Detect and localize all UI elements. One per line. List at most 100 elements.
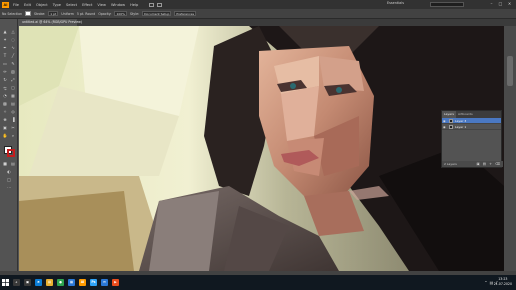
search-input[interactable] [430,1,464,7]
edit-toolbar-icon[interactable]: ⋯ [6,185,12,191]
gradient-mode-icon[interactable]: ▤ [10,161,16,167]
collect-for-export-icon[interactable]: ▣ [476,162,479,166]
fill-swatch-control[interactable] [25,11,32,16]
width-tool-icon[interactable]: ⥃ [2,85,8,91]
selection-tool-icon[interactable]: ▲ [2,29,8,35]
document-setup-button[interactable]: Document Setup [142,11,172,16]
rectangle-tool-icon[interactable]: ▭ [2,61,8,67]
taskbar-app-search[interactable]: ⌕ [11,275,22,290]
maximize-button[interactable]: □ [496,1,505,7]
task-view-icon: ▣ [24,279,31,286]
taskbar-app-store[interactable]: ▦ [66,275,77,290]
rotate-tool-icon[interactable]: ↻ [2,77,8,83]
scrollbar-thumb[interactable] [507,56,513,86]
menu-help[interactable]: Help [130,3,138,7]
minimize-button[interactable]: – [487,1,496,7]
layer-count: 2 Layers [444,162,457,166]
line-tool-icon[interactable]: ╱ [10,53,16,59]
menu-object[interactable]: Object [36,3,48,7]
screen-mode-icon[interactable]: □ [6,177,12,183]
tab-artboards[interactable]: Artboards [456,111,475,118]
eraser-icon[interactable]: ▧ [10,69,16,75]
preferences-button[interactable]: Preferences [174,11,197,16]
photoshop-icon: Ps [90,279,97,286]
start-button[interactable] [0,275,11,290]
taskbar-app-photoshop[interactable]: Ps [88,275,99,290]
menu-edit[interactable]: Edit [24,3,31,7]
pencil-icon[interactable]: ✏ [2,69,8,75]
hand-tool-icon[interactable]: ✋ [2,133,8,139]
layers-panel: Layers Artboards ◉ Layer 3 ◉ Layer 1 2 L… [441,110,503,168]
opacity-field[interactable]: 100% [114,11,128,16]
drawing-mode-icon[interactable]: ◐ [6,169,12,175]
pen-tool-icon[interactable]: ✒ [2,45,8,51]
tab-layers[interactable]: Layers [442,111,456,118]
delete-layer-icon[interactable]: ⌫ [495,162,500,166]
direct-selection-tool-icon[interactable]: △ [10,29,16,35]
free-transform-icon[interactable]: ▢ [10,85,16,91]
menu-view[interactable]: View [97,3,106,7]
taskbar-app-explorer[interactable]: ▤ [44,275,55,290]
curvature-tool-icon[interactable]: ∿ [10,45,16,51]
store-icon: ▦ [68,279,75,286]
low-poly-portrait-artwork [19,26,504,271]
menu-effect[interactable]: Effect [82,3,92,7]
variable-width-profile[interactable]: Uniform [61,12,74,16]
taskbar-app-edge[interactable]: e [33,275,44,290]
taskbar-app-mail[interactable]: ✉ [99,275,110,290]
symbol-sprayer-icon[interactable]: ❀ [2,117,8,123]
gradient-tool-icon[interactable]: ▤ [10,101,16,107]
style-label[interactable]: Style: [130,12,139,16]
menu-file[interactable]: File [13,3,19,7]
document-tab[interactable]: untitled.ai @ 64% (RGB/GPU Preview) [19,19,82,26]
artboard-canvas[interactable] [19,26,504,271]
artboard-tool-icon[interactable]: ▣ [2,125,8,131]
type-tool-icon[interactable]: T [2,53,8,59]
graph-tool-icon[interactable]: ▐ [10,117,16,123]
paintbrush-icon[interactable]: ✎ [10,61,16,67]
illustrator-logo: Ai [2,1,9,8]
layer-name: Layer 3 [455,118,467,123]
vertical-scrollbar[interactable] [504,26,516,271]
zoom-tool-icon[interactable]: ⌕ [10,133,16,139]
taskbar-app-chrome[interactable]: ● [55,275,66,290]
layer-thumbnail [449,124,453,129]
taskbar-app-task-view[interactable]: ▣ [22,275,33,290]
shape-builder-icon[interactable]: ◔ [2,93,8,99]
close-button[interactable]: ✕ [505,1,514,7]
control-bar: No Selection Stroke: 1 pt Uniform 5 pt. … [0,9,516,19]
menu-type[interactable]: Type [53,3,61,7]
selection-status: No Selection [2,11,23,16]
perspective-grid-icon[interactable]: ▦ [10,93,16,99]
menu-window[interactable]: Window [111,3,125,7]
stroke-weight-field[interactable]: 1 pt [48,11,59,16]
slice-tool-icon[interactable]: ✂ [10,125,16,131]
scale-tool-icon[interactable]: ⤢ [10,77,16,83]
magic-wand-icon[interactable]: ✦ [2,37,8,43]
eyedropper-icon[interactable]: ✧ [2,109,8,115]
color-mode-icon[interactable]: ■ [2,161,8,167]
workspace-switcher[interactable]: Essentials [387,1,404,5]
arrange-documents-icon[interactable] [157,2,163,7]
layer-thumbnail [449,118,453,123]
taskbar-app-illustrator[interactable]: Ai [77,275,88,290]
clipping-mask-icon[interactable]: ▤ [483,162,486,166]
media-icon: ▶ [112,279,119,286]
new-layer-icon[interactable]: + [489,162,492,166]
taskbar-clock[interactable]: 13:23 21.07.2020 [494,277,512,287]
menu-select[interactable]: Select [66,3,77,7]
explorer-icon: ▤ [46,279,53,286]
tools-panel: ▲ △ ✦ ◌ ✒ ∿ T ╱ ▭ ✎ ✏ ▧ ↻ ⤢ ⥃ ▢ ◔ ▦ ▩ ▤ … [0,19,18,271]
lasso-icon[interactable]: ◌ [10,37,16,43]
windows-taskbar: ⌕ ▣ e ▤ ● ▦ Ai Ps ✉ ▶ ⌃ ▤ ♪ 13:23 21.07.2020 [0,275,516,290]
stroke-color-swatch[interactable] [7,149,15,157]
mesh-tool-icon[interactable]: ▩ [2,101,8,107]
bridge-icon[interactable] [149,2,155,7]
layer-row[interactable]: ◉ Layer 1 [442,124,501,130]
brush-definition[interactable]: 5 pt. Round [77,12,95,16]
visibility-eye-icon[interactable]: ◉ [443,119,447,123]
visibility-eye-icon[interactable]: ◉ [443,125,447,129]
taskbar-app-media[interactable]: ▶ [110,275,121,290]
blend-tool-icon[interactable]: ◎ [10,109,16,115]
chevron-up-icon[interactable]: ⌃ [484,280,487,285]
